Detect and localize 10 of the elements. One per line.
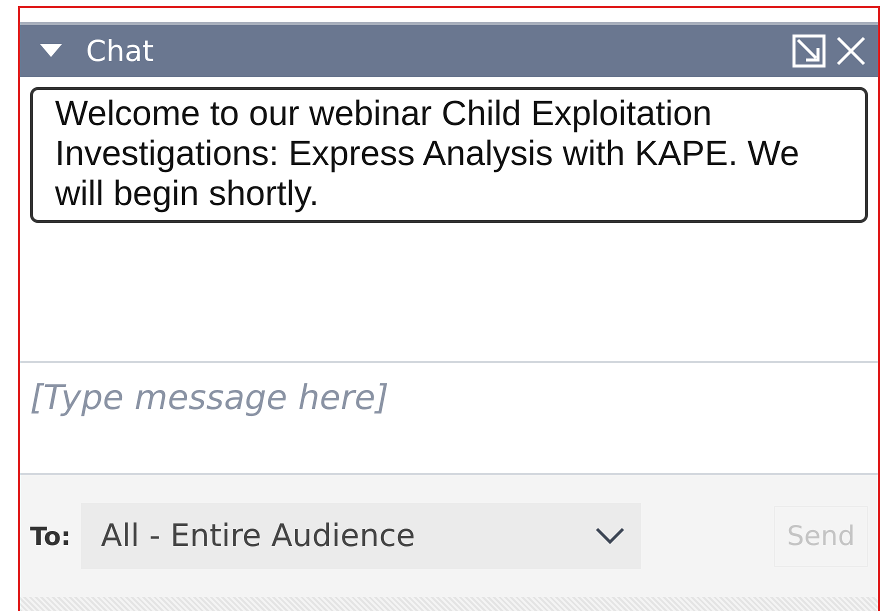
chat-message: Welcome to our webinar Child Exploitation Investigations: Express Analysis with KAPE. We will begin shortly. [30, 87, 868, 223]
recipient-label: To: [30, 522, 71, 550]
collapse-triangle-icon[interactable] [40, 44, 62, 58]
recipient-dropdown[interactable]: All - Entire Audience [80, 503, 641, 569]
chevron-down-icon [594, 527, 625, 545]
resize-grip[interactable] [20, 597, 878, 611]
panel-title: Chat [86, 34, 154, 68]
pop-out-icon[interactable] [792, 34, 826, 68]
message-input[interactable]: [Type message here] [28, 377, 874, 419]
close-icon[interactable] [836, 36, 866, 66]
